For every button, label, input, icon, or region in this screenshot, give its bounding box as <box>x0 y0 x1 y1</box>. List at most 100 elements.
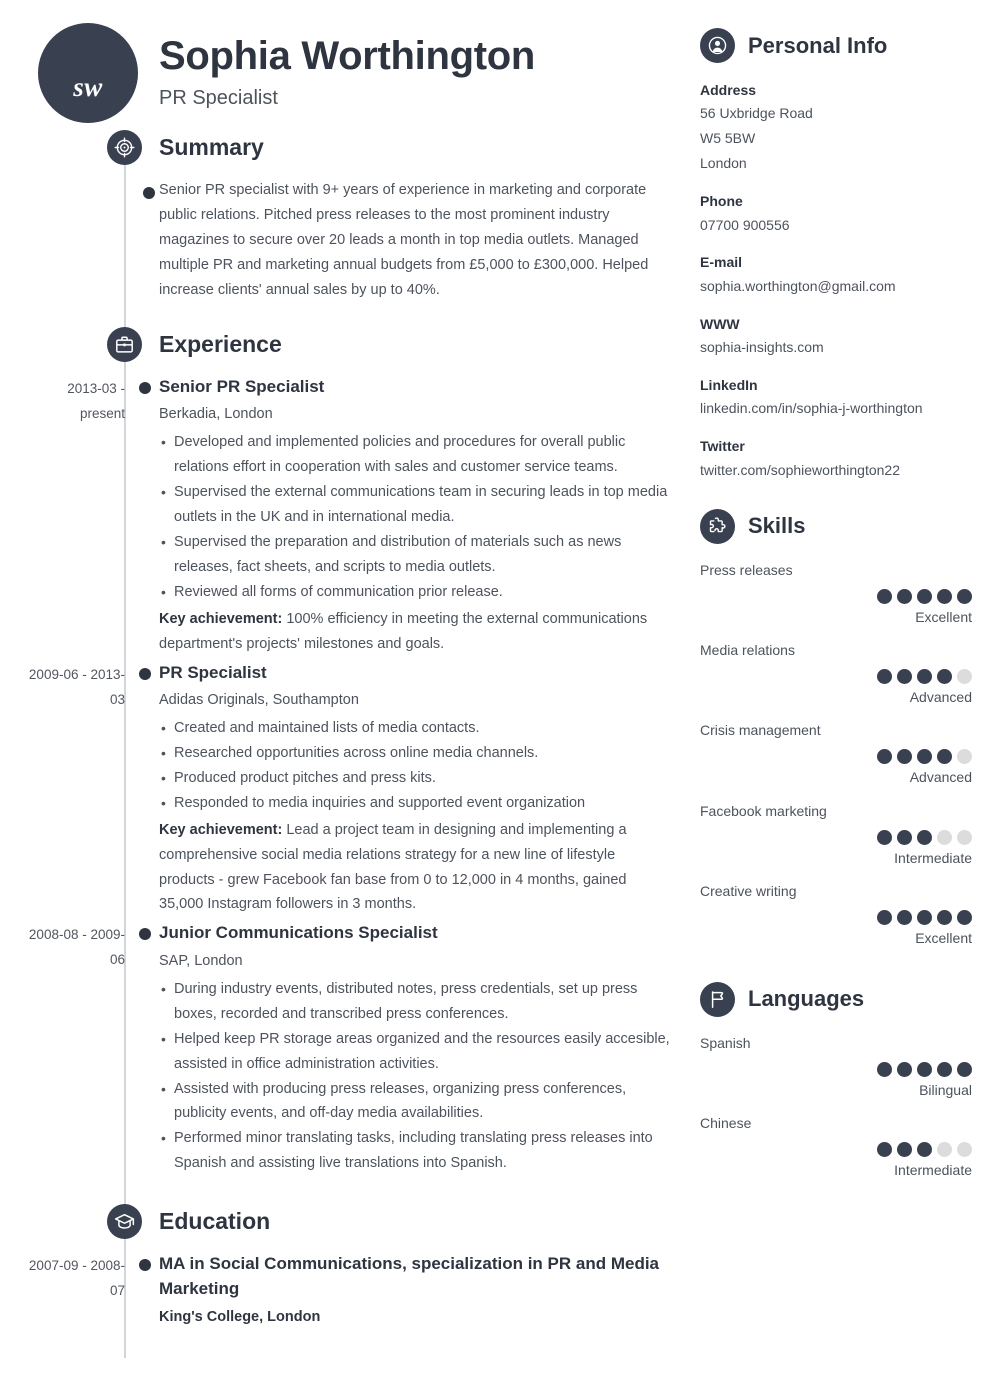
rating-dot-empty <box>937 829 952 845</box>
rate-name: Press releases <box>700 561 793 578</box>
rating-dot-filled <box>937 588 952 604</box>
rate-level: Excellent <box>915 608 972 625</box>
skills-header: Skills <box>700 508 972 544</box>
contact-value: 56 Uxbridge Road <box>700 105 813 122</box>
rating-dot-filled <box>877 588 892 604</box>
sidebar-column: Personal Info Address 56 Uxbridge Road W5 … <box>700 0 990 1181</box>
summary-header: Summary <box>25 130 690 178</box>
list-item: Responded to media inquiries and support… <box>159 791 672 816</box>
rating-dot-filled <box>877 910 892 926</box>
rating-dot-filled <box>917 1061 932 1077</box>
list-item: Created and maintained lists of media co… <box>159 716 672 741</box>
entry-company: SAP, London <box>159 953 243 970</box>
experience-title: Experience <box>159 330 282 357</box>
puzzle-piece-icon <box>700 508 735 544</box>
rating-dot-empty <box>957 749 972 765</box>
experience-entry: 2013-03 - present Senior PR Specialist Ber… <box>25 375 690 661</box>
skill-item: Crisis management Advanced <box>700 720 972 788</box>
timeline-dot <box>25 178 159 303</box>
contact-value: W5 5BW <box>700 130 756 147</box>
personal-info-title: Personal Info <box>748 32 888 58</box>
rating-dot-filled <box>897 668 912 684</box>
rating-dot-empty <box>937 1141 952 1157</box>
resume-page: sw Sophia Worthington PR Specialist Summ… <box>0 0 990 1400</box>
rating-dots <box>700 749 972 765</box>
skill-item: Press releases Excellent <box>700 560 972 628</box>
contact-fields: Address 56 Uxbridge Road W5 5BW London Phone… <box>700 79 972 483</box>
entry-bullets: Created and maintained lists of media co… <box>159 716 672 816</box>
resume-header: sw Sophia Worthington PR Specialist <box>25 0 690 130</box>
rating-dots <box>700 1141 972 1157</box>
rating-dot-filled <box>877 668 892 684</box>
entry-body: MA in Social Communications, specializat… <box>159 1252 690 1332</box>
entry-bullets: During industry events, distributed note… <box>159 977 672 1177</box>
contact-value: London <box>700 155 747 172</box>
main-column: sw Sophia Worthington PR Specialist Summ… <box>0 0 690 1400</box>
rating-dot-filled <box>917 749 932 765</box>
entry-date: 2008-08 - 2009-06 <box>28 927 125 968</box>
contact-label: Phone <box>700 193 743 210</box>
rate-level: Advanced <box>909 769 972 786</box>
rating-dot-filled <box>897 1061 912 1077</box>
experience-entry: 2009-06 - 2013-03 PR Specialist Adidas Ori… <box>25 661 690 922</box>
education-header: Education <box>25 1204 690 1252</box>
rating-dot-filled <box>897 910 912 926</box>
contact-value: sophia-insights.com <box>700 339 824 356</box>
entry-school: King's College, London <box>159 1308 321 1325</box>
rating-dot-filled <box>897 749 912 765</box>
skill-item: Media relations Advanced <box>700 640 972 708</box>
rating-dot-filled <box>897 588 912 604</box>
entry-date: 2009-06 - 2013-03 <box>28 666 125 707</box>
contact-value: sophia.worthington@gmail.com <box>700 277 896 294</box>
rating-dots <box>700 588 972 604</box>
rating-dot-filled <box>897 829 912 845</box>
rating-dots <box>700 910 972 926</box>
entry-company: Berkadia, London <box>159 406 273 423</box>
list-item: Reviewed all forms of communication prio… <box>159 580 672 605</box>
entry-body: Junior Communications Specialist SAP, Lon… <box>159 921 690 1178</box>
rate-level: Advanced <box>909 688 972 705</box>
rate-name: Crisis management <box>700 722 821 739</box>
rating-dot-filled <box>877 1061 892 1077</box>
rating-dot-filled <box>917 1141 932 1157</box>
rating-dots <box>700 668 972 684</box>
rating-dot-filled <box>917 668 932 684</box>
rating-dot-filled <box>877 1141 892 1157</box>
rate-name: Facebook marketing <box>700 802 827 819</box>
rate-name: Spanish <box>700 1034 751 1051</box>
languages-header: Languages <box>700 981 972 1017</box>
avatar: sw <box>38 23 138 123</box>
entry-achievement: Key achievement: Lead a project team in … <box>159 818 672 918</box>
list-item: Supervised the preparation and distribut… <box>159 530 672 580</box>
entry-body: Senior PR Specialist Berkadia, London Deve… <box>159 375 690 657</box>
language-item: Spanish Bilingual <box>700 1033 972 1101</box>
page-title: Sophia Worthington <box>159 34 536 78</box>
entry-role: Senior PR Specialist <box>159 376 325 396</box>
contact-value: linkedin.com/in/sophia-j-worthington <box>700 400 923 417</box>
person-icon <box>700 28 735 63</box>
flag-icon <box>700 981 735 1017</box>
rate-level: Intermediate <box>894 1161 972 1178</box>
summary-text: Senior PR specialist with 9+ years of ex… <box>159 182 649 298</box>
experience-entries: 2013-03 - present Senior PR Specialist Ber… <box>25 375 690 1183</box>
languages-items: Spanish Bilingual Chinese Intermediate <box>700 1033 972 1182</box>
contact-label: WWW <box>700 315 740 332</box>
list-item: Researched opportunities across online m… <box>159 741 672 766</box>
summary-title: Summary <box>159 134 264 160</box>
rating-dots <box>700 829 972 845</box>
rate-name: Chinese <box>700 1114 752 1131</box>
rate-level: Bilingual <box>919 1081 972 1098</box>
education-entry: 2007-09 - 2008-07 MA in Social Communicat… <box>25 1252 690 1336</box>
contact-label: Address <box>700 82 757 98</box>
rating-dot-filled <box>917 829 932 845</box>
contact-label: Twitter <box>700 438 745 455</box>
contact-value: twitter.com/sophieworthington22 <box>700 461 900 478</box>
experience-entry: 2008-08 - 2009-06 Junior Communications S… <box>25 921 690 1182</box>
rating-dot-filled <box>957 910 972 926</box>
rating-dot-empty <box>957 829 972 845</box>
skills-items: Press releases Excellent Media relations Ad… <box>700 560 972 950</box>
entry-company: Adidas Originals, Southampton <box>159 692 359 709</box>
list-item: Supervised the external communications t… <box>159 480 672 530</box>
entry-achievement: Key achievement: 100% efficiency in meet… <box>159 607 672 657</box>
rating-dot-filled <box>937 910 952 926</box>
